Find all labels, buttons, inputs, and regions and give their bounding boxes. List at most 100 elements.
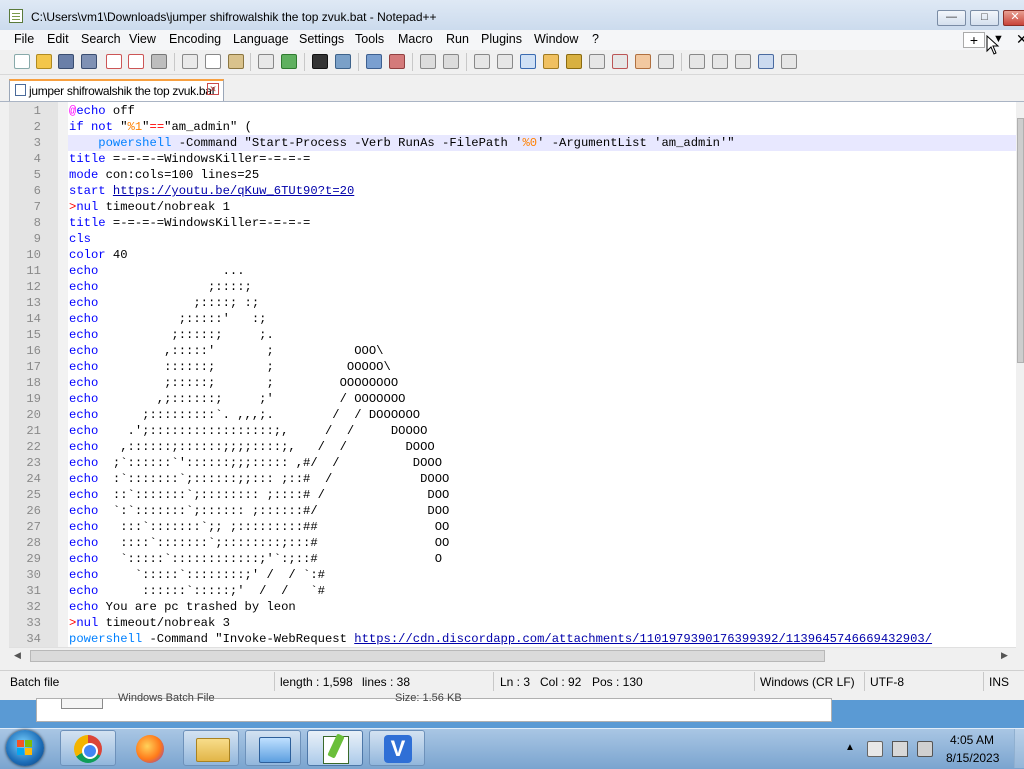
menu-language[interactable]: Language [233, 32, 289, 46]
minimize-button[interactable]: — [937, 10, 966, 26]
stop-macro-icon[interactable] [712, 54, 728, 69]
windows-logo-icon [25, 748, 32, 755]
code-line: echo `:`:::::::`;:::::: ;::::::#/ DOO [69, 504, 450, 518]
code-line: title =-=-=-=WindowsKiller=-=-=-= [69, 216, 311, 230]
save-macro-icon[interactable] [781, 54, 797, 69]
sync-horizontal-icon[interactable] [443, 54, 459, 69]
status-separator [493, 672, 494, 691]
find-icon[interactable] [312, 54, 328, 69]
redo-icon[interactable] [281, 54, 297, 69]
file-icon [61, 699, 103, 709]
close-window-button[interactable]: ✕ [1003, 10, 1024, 26]
cut-icon[interactable] [182, 54, 198, 69]
menu-encoding[interactable]: Encoding [169, 32, 221, 46]
sync-vertical-icon[interactable] [420, 54, 436, 69]
code-line: echo ::::::; ; OOOOO\ [69, 360, 391, 374]
copy-icon[interactable] [205, 54, 221, 69]
code-line: echo ,::::::;::::::;;;;::::;, / / DOOO [69, 440, 435, 454]
print-icon[interactable] [151, 54, 167, 69]
monitoring-icon[interactable] [658, 54, 674, 69]
doc-map-icon[interactable] [566, 54, 582, 69]
taskbar-notepadpp-button[interactable] [307, 730, 363, 766]
line-number: 26 [26, 504, 41, 518]
doc-list-icon[interactable] [589, 54, 605, 69]
line-number: 12 [26, 280, 41, 294]
new-file-icon[interactable] [14, 54, 30, 69]
v-app-icon: V [384, 735, 412, 763]
menu-settings[interactable]: Settings [299, 32, 344, 46]
close-all-icon[interactable] [128, 54, 144, 69]
scroll-right-arrow-icon[interactable]: ▶ [1001, 650, 1008, 661]
volume-icon[interactable] [917, 741, 933, 757]
menu-help[interactable]: ? [592, 32, 599, 46]
tab-close-button[interactable]: ✕ [207, 83, 219, 95]
status-encoding[interactable]: UTF-8 [870, 675, 904, 689]
udl-icon[interactable] [543, 54, 559, 69]
line-number: 7 [33, 200, 41, 214]
zoom-in-icon[interactable] [366, 54, 382, 69]
toolbar-separator [358, 53, 359, 71]
clock-date[interactable]: 8/15/2023 [946, 751, 999, 765]
status-insert-mode[interactable]: INS [989, 675, 1009, 689]
save-all-icon[interactable] [81, 54, 97, 69]
play-macro-icon[interactable] [735, 54, 751, 69]
code-line: >nul timeout/nobreak 1 [69, 200, 230, 214]
scroll-left-arrow-icon[interactable]: ◀ [14, 650, 21, 661]
run-macro-multiple-icon[interactable] [758, 54, 774, 69]
taskbar-control-panel-button[interactable] [245, 730, 301, 766]
new-tab-plus-button[interactable]: + [963, 32, 985, 48]
close-doc-button[interactable]: ✕ [1016, 31, 1024, 48]
vertical-scroll-thumb[interactable] [1017, 118, 1024, 363]
mouse-pointer-icon [986, 35, 1000, 55]
undo-icon[interactable] [258, 54, 274, 69]
start-button[interactable] [6, 730, 44, 766]
show-all-chars-icon[interactable] [497, 54, 513, 69]
line-number: 17 [26, 360, 41, 374]
network-icon[interactable] [892, 741, 908, 757]
code-line: echo :`:::::::`;::::::;;::: ;::# / DOOO [69, 472, 450, 486]
code-line: powershell -Command "Invoke-WebRequest h… [69, 632, 933, 646]
show-hidden-icons-icon[interactable]: ▲ [845, 742, 859, 756]
code-line: powershell -Command "Start-Process -Verb… [98, 136, 735, 150]
menu-macro[interactable]: Macro [398, 32, 433, 46]
menu-view[interactable]: View [129, 32, 156, 46]
code-line: echo ;:::::; ; OOOOOOOO [69, 376, 399, 390]
status-eol[interactable]: Windows (CR LF) [760, 675, 855, 689]
code-line: echo ;:::::::::`. ,,,;. / / DOOOOOO [69, 408, 421, 422]
word-wrap-icon[interactable] [474, 54, 490, 69]
menu-plugins[interactable]: Plugins [481, 32, 522, 46]
close-file-icon[interactable] [106, 54, 122, 69]
folder-workspace-icon[interactable] [635, 54, 651, 69]
action-center-icon[interactable] [867, 741, 883, 757]
line-number: 4 [33, 152, 41, 166]
save-icon[interactable] [58, 54, 74, 69]
clock-time[interactable]: 4:05 AM [950, 733, 994, 747]
maximize-button[interactable]: □ [970, 10, 999, 26]
menu-window[interactable]: Window [534, 32, 578, 46]
zoom-out-icon[interactable] [389, 54, 405, 69]
line-number: 28 [26, 536, 41, 550]
code-line: echo ::::::`:::::;' / / `# [69, 584, 325, 598]
horizontal-scroll-thumb[interactable] [30, 650, 825, 662]
window-title: C:\Users\vm1\Downloads\jumper shifrowals… [31, 10, 437, 24]
menu-file[interactable]: File [14, 32, 34, 46]
taskbar-chrome-button[interactable] [60, 730, 116, 766]
paste-icon[interactable] [228, 54, 244, 69]
show-desktop-button[interactable] [1014, 729, 1024, 768]
taskbar-explorer-button[interactable] [183, 730, 239, 766]
line-number: 31 [26, 584, 41, 598]
indent-guide-icon[interactable] [520, 54, 536, 69]
taskbar-v-app-button[interactable]: V [369, 730, 425, 766]
replace-icon[interactable] [335, 54, 351, 69]
line-number: 20 [26, 408, 41, 422]
menu-tools[interactable]: Tools [355, 32, 384, 46]
menu-search[interactable]: Search [81, 32, 121, 46]
notepadpp-app-icon[interactable] [9, 9, 23, 23]
menu-edit[interactable]: Edit [47, 32, 69, 46]
open-file-icon[interactable] [36, 54, 52, 69]
record-macro-icon[interactable] [689, 54, 705, 69]
line-number: 29 [26, 552, 41, 566]
menu-run[interactable]: Run [446, 32, 469, 46]
function-list-icon[interactable] [612, 54, 628, 69]
taskbar-firefox-button[interactable] [122, 730, 178, 766]
